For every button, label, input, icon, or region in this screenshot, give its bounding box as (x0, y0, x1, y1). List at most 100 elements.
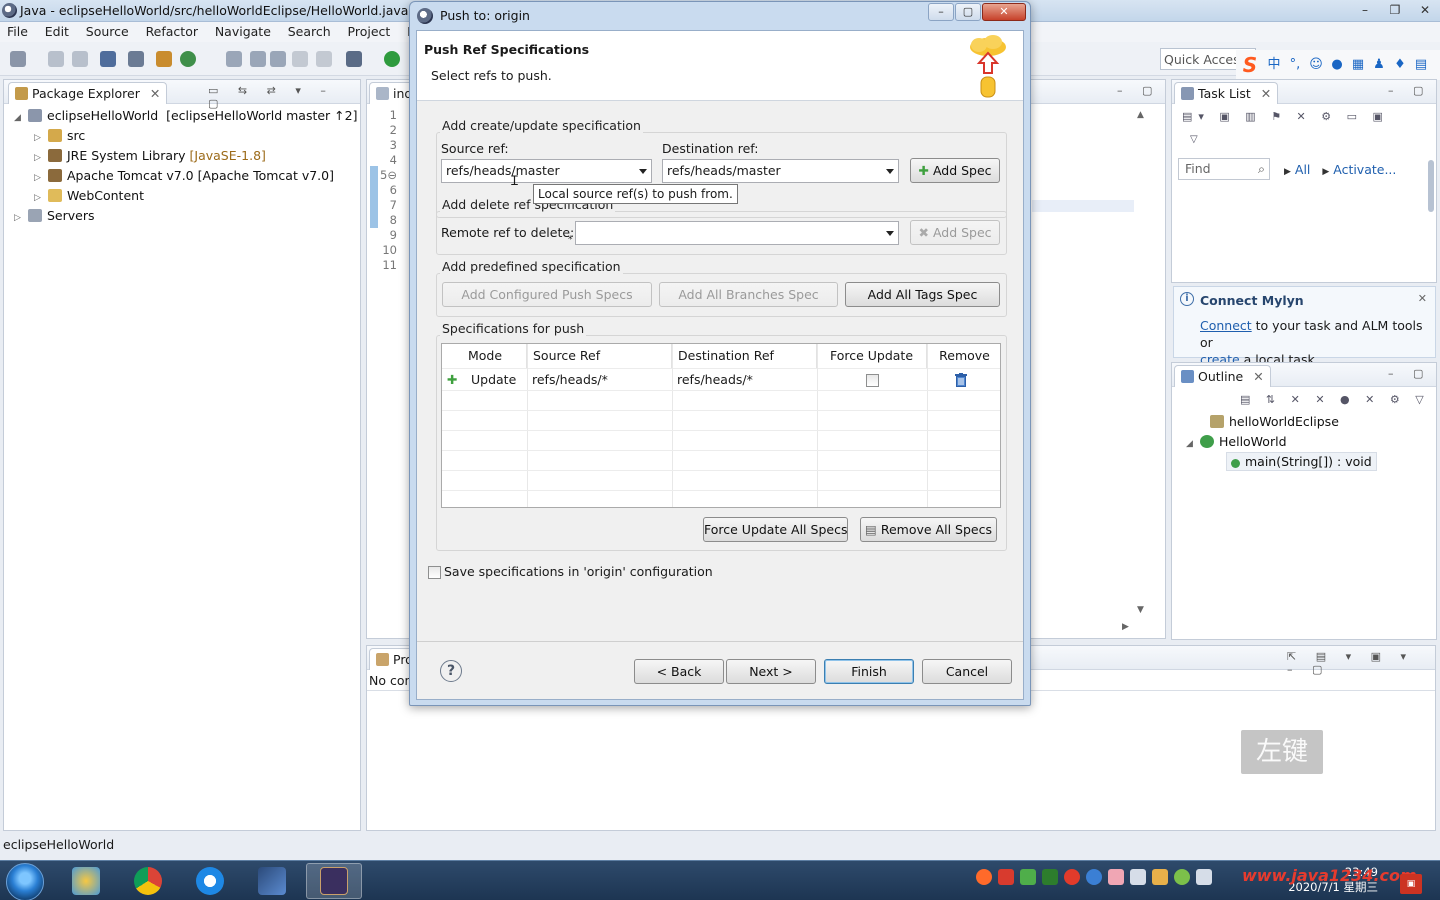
save-specs-checkbox[interactable] (428, 566, 441, 579)
cancel-button[interactable]: Cancel (922, 659, 1012, 684)
notification-icon[interactable]: ▣ (1400, 874, 1422, 894)
volume-icon[interactable] (1196, 869, 1212, 885)
tray-icon[interactable] (1086, 869, 1102, 885)
menu-project[interactable]: Project (341, 22, 397, 39)
tree-item-project[interactable]: ◢ eclipseHelloWorld [eclipseHelloWorld ma… (14, 108, 357, 123)
dialog-minimize-button[interactable]: – (928, 3, 954, 21)
all-link[interactable]: All (1295, 162, 1311, 177)
editor-vertical-scrollbar[interactable]: ▲ ▼ (1137, 110, 1149, 615)
dropdown-arrow-icon[interactable] (639, 169, 647, 174)
outline-item-class[interactable]: ◢ HelloWorld (1186, 434, 1287, 449)
shield-icon[interactable] (1020, 869, 1036, 885)
dialog-close-button[interactable]: ✕ (982, 3, 1026, 21)
forward-icon[interactable] (316, 51, 332, 67)
column-header-destination-ref[interactable]: Destination Ref (672, 344, 817, 368)
debug-icon[interactable] (346, 51, 362, 67)
run-icon[interactable] (384, 51, 400, 67)
tray-icon[interactable] (1064, 869, 1080, 885)
sogou-tray-icon[interactable] (976, 869, 992, 885)
add-all-tags-spec-button[interactable]: Add All Tags Spec (845, 282, 1000, 307)
add-configured-push-specs-button[interactable]: Add Configured Push Specs (442, 282, 652, 307)
menu-edit[interactable]: Edit (38, 22, 75, 39)
skip-breakpoints-icon[interactable] (128, 51, 144, 67)
menu-file[interactable]: File (0, 22, 34, 39)
punctuation-icon[interactable]: °, (1286, 56, 1304, 74)
column-header-mode[interactable]: Mode (442, 344, 527, 368)
close-tab-icon[interactable]: ✕ (150, 86, 160, 101)
collapsed-arrow-icon[interactable]: ▷ (34, 193, 44, 203)
row-destination-ref[interactable]: refs/heads/* (672, 369, 758, 391)
outline-item-method[interactable]: main(String[]) : void (1226, 452, 1377, 471)
menu-navigate[interactable]: Navigate (208, 22, 277, 39)
save-specs-label[interactable]: Save specifications in 'origin' configur… (444, 564, 713, 579)
tools-icon[interactable]: ▤ (1412, 56, 1430, 74)
new-java-package-icon[interactable] (156, 51, 172, 67)
column-header-source-ref[interactable]: Source Ref (527, 344, 672, 368)
task-list-scrollbar[interactable] (1428, 160, 1434, 212)
menu-search[interactable]: Search (281, 22, 337, 39)
add-delete-spec-button[interactable]: ✖ Add Spec (910, 220, 1000, 245)
network-icon[interactable] (1130, 869, 1146, 885)
keyboard-icon[interactable]: ▦ (1349, 56, 1367, 74)
save-icon[interactable] (48, 51, 64, 67)
activate-link[interactable]: Activate... (1333, 162, 1396, 177)
skin-icon[interactable]: ♦ (1391, 56, 1409, 74)
tree-item-src[interactable]: ▷ src (34, 128, 85, 143)
taskbar-app-4[interactable] (244, 863, 300, 899)
tray-icon[interactable] (1152, 869, 1168, 885)
finish-button[interactable]: Finish (824, 659, 914, 684)
collapsed-arrow-icon[interactable]: ▷ (34, 133, 44, 143)
connect-link[interactable]: Connect (1200, 318, 1252, 333)
tree-item-servers[interactable]: ▷ Servers (14, 208, 95, 223)
bottom-toolbar-icons[interactable]: ⇱ ▤ ▾ ▣ ▾ – ▢ (1287, 650, 1435, 676)
task-list-toolbar[interactable]: ▤▾ ▣ ▥ ⚑ ✕ ⚙ ▭ ▣ (1182, 110, 1389, 123)
start-button[interactable] (6, 863, 44, 900)
row-force-update-checkbox[interactable] (866, 374, 879, 387)
tray-icon[interactable] (1174, 869, 1190, 885)
emoji-icon[interactable]: ☺ (1307, 56, 1325, 74)
back-button[interactable]: < Back (634, 659, 724, 684)
outline-item-package[interactable]: helloWorldEclipse (1206, 414, 1339, 429)
dialog-maximize-button[interactable]: ▢ (955, 3, 981, 21)
outline-minmax-icons[interactable]: – ▢ (1388, 367, 1431, 380)
taskbar-eclipse[interactable] (306, 863, 362, 899)
tray-icon[interactable] (998, 869, 1014, 885)
add-all-branches-spec-button[interactable]: Add All Branches Spec (659, 282, 838, 307)
minimize-button[interactable]: – (1350, 0, 1380, 20)
maximize-button[interactable]: ❐ (1380, 0, 1410, 20)
taskbar-chrome[interactable] (120, 863, 176, 899)
tray-icon[interactable] (1042, 869, 1058, 885)
expanded-arrow-icon[interactable]: ◢ (14, 113, 24, 123)
row-source-ref[interactable]: refs/heads/* (527, 369, 613, 391)
column-header-remove[interactable]: Remove (927, 344, 1000, 368)
back-icon[interactable] (292, 51, 308, 67)
trash-icon[interactable] (955, 373, 967, 387)
voice-icon[interactable]: ● (1328, 56, 1346, 74)
search-icon[interactable] (250, 51, 266, 67)
help-button[interactable]: ? (440, 660, 462, 682)
expanded-arrow-icon[interactable]: ◢ (1186, 439, 1196, 449)
view-menu-icon[interactable]: ▽ (1190, 134, 1198, 145)
collapsed-arrow-icon[interactable]: ▷ (34, 153, 44, 163)
tree-item-jre[interactable]: ▷ JRE System Library [JavaSE-1.8] (34, 148, 266, 163)
tree-item-tomcat[interactable]: ▷ Apache Tomcat v7.0 [Apache Tomcat v7.0] (34, 168, 334, 183)
specifications-table[interactable]: Mode Source Ref Destination Ref Force Up… (441, 343, 1001, 508)
next-annotation-icon[interactable] (270, 51, 286, 67)
scroll-right-icon[interactable]: ▶ (1122, 622, 1129, 632)
terminal-icon[interactable] (100, 51, 116, 67)
view-toolbar-icons[interactable]: ▭ ⇆ ⇄ ▾ – ▢ (208, 84, 360, 110)
tab-package-explorer[interactable]: Package Explorer ✕ (8, 82, 168, 104)
tab-outline[interactable]: Outline ✕ (1174, 365, 1271, 387)
chinese-mode-icon[interactable]: 中 (1265, 56, 1283, 74)
remote-ref-combo[interactable] (575, 221, 899, 245)
close-icon[interactable]: ✕ (1418, 292, 1427, 305)
save-all-icon[interactable] (72, 51, 88, 67)
task-list-minmax-icons[interactable]: – ▢ (1388, 84, 1431, 97)
taskbar-app-3[interactable] (182, 863, 238, 899)
close-tab-icon[interactable]: ✕ (1253, 369, 1263, 384)
force-update-all-specs-button[interactable]: Force Update All Specs (703, 517, 848, 542)
outline-toolbar[interactable]: ▤ ⇅ ✕ ✕ ● ✕ ⚙ ▽ (1240, 393, 1430, 406)
new-class-icon[interactable] (180, 51, 196, 67)
close-tab-icon[interactable]: ✕ (1261, 86, 1271, 101)
tab-task-list[interactable]: Task List ✕ (1174, 82, 1279, 104)
